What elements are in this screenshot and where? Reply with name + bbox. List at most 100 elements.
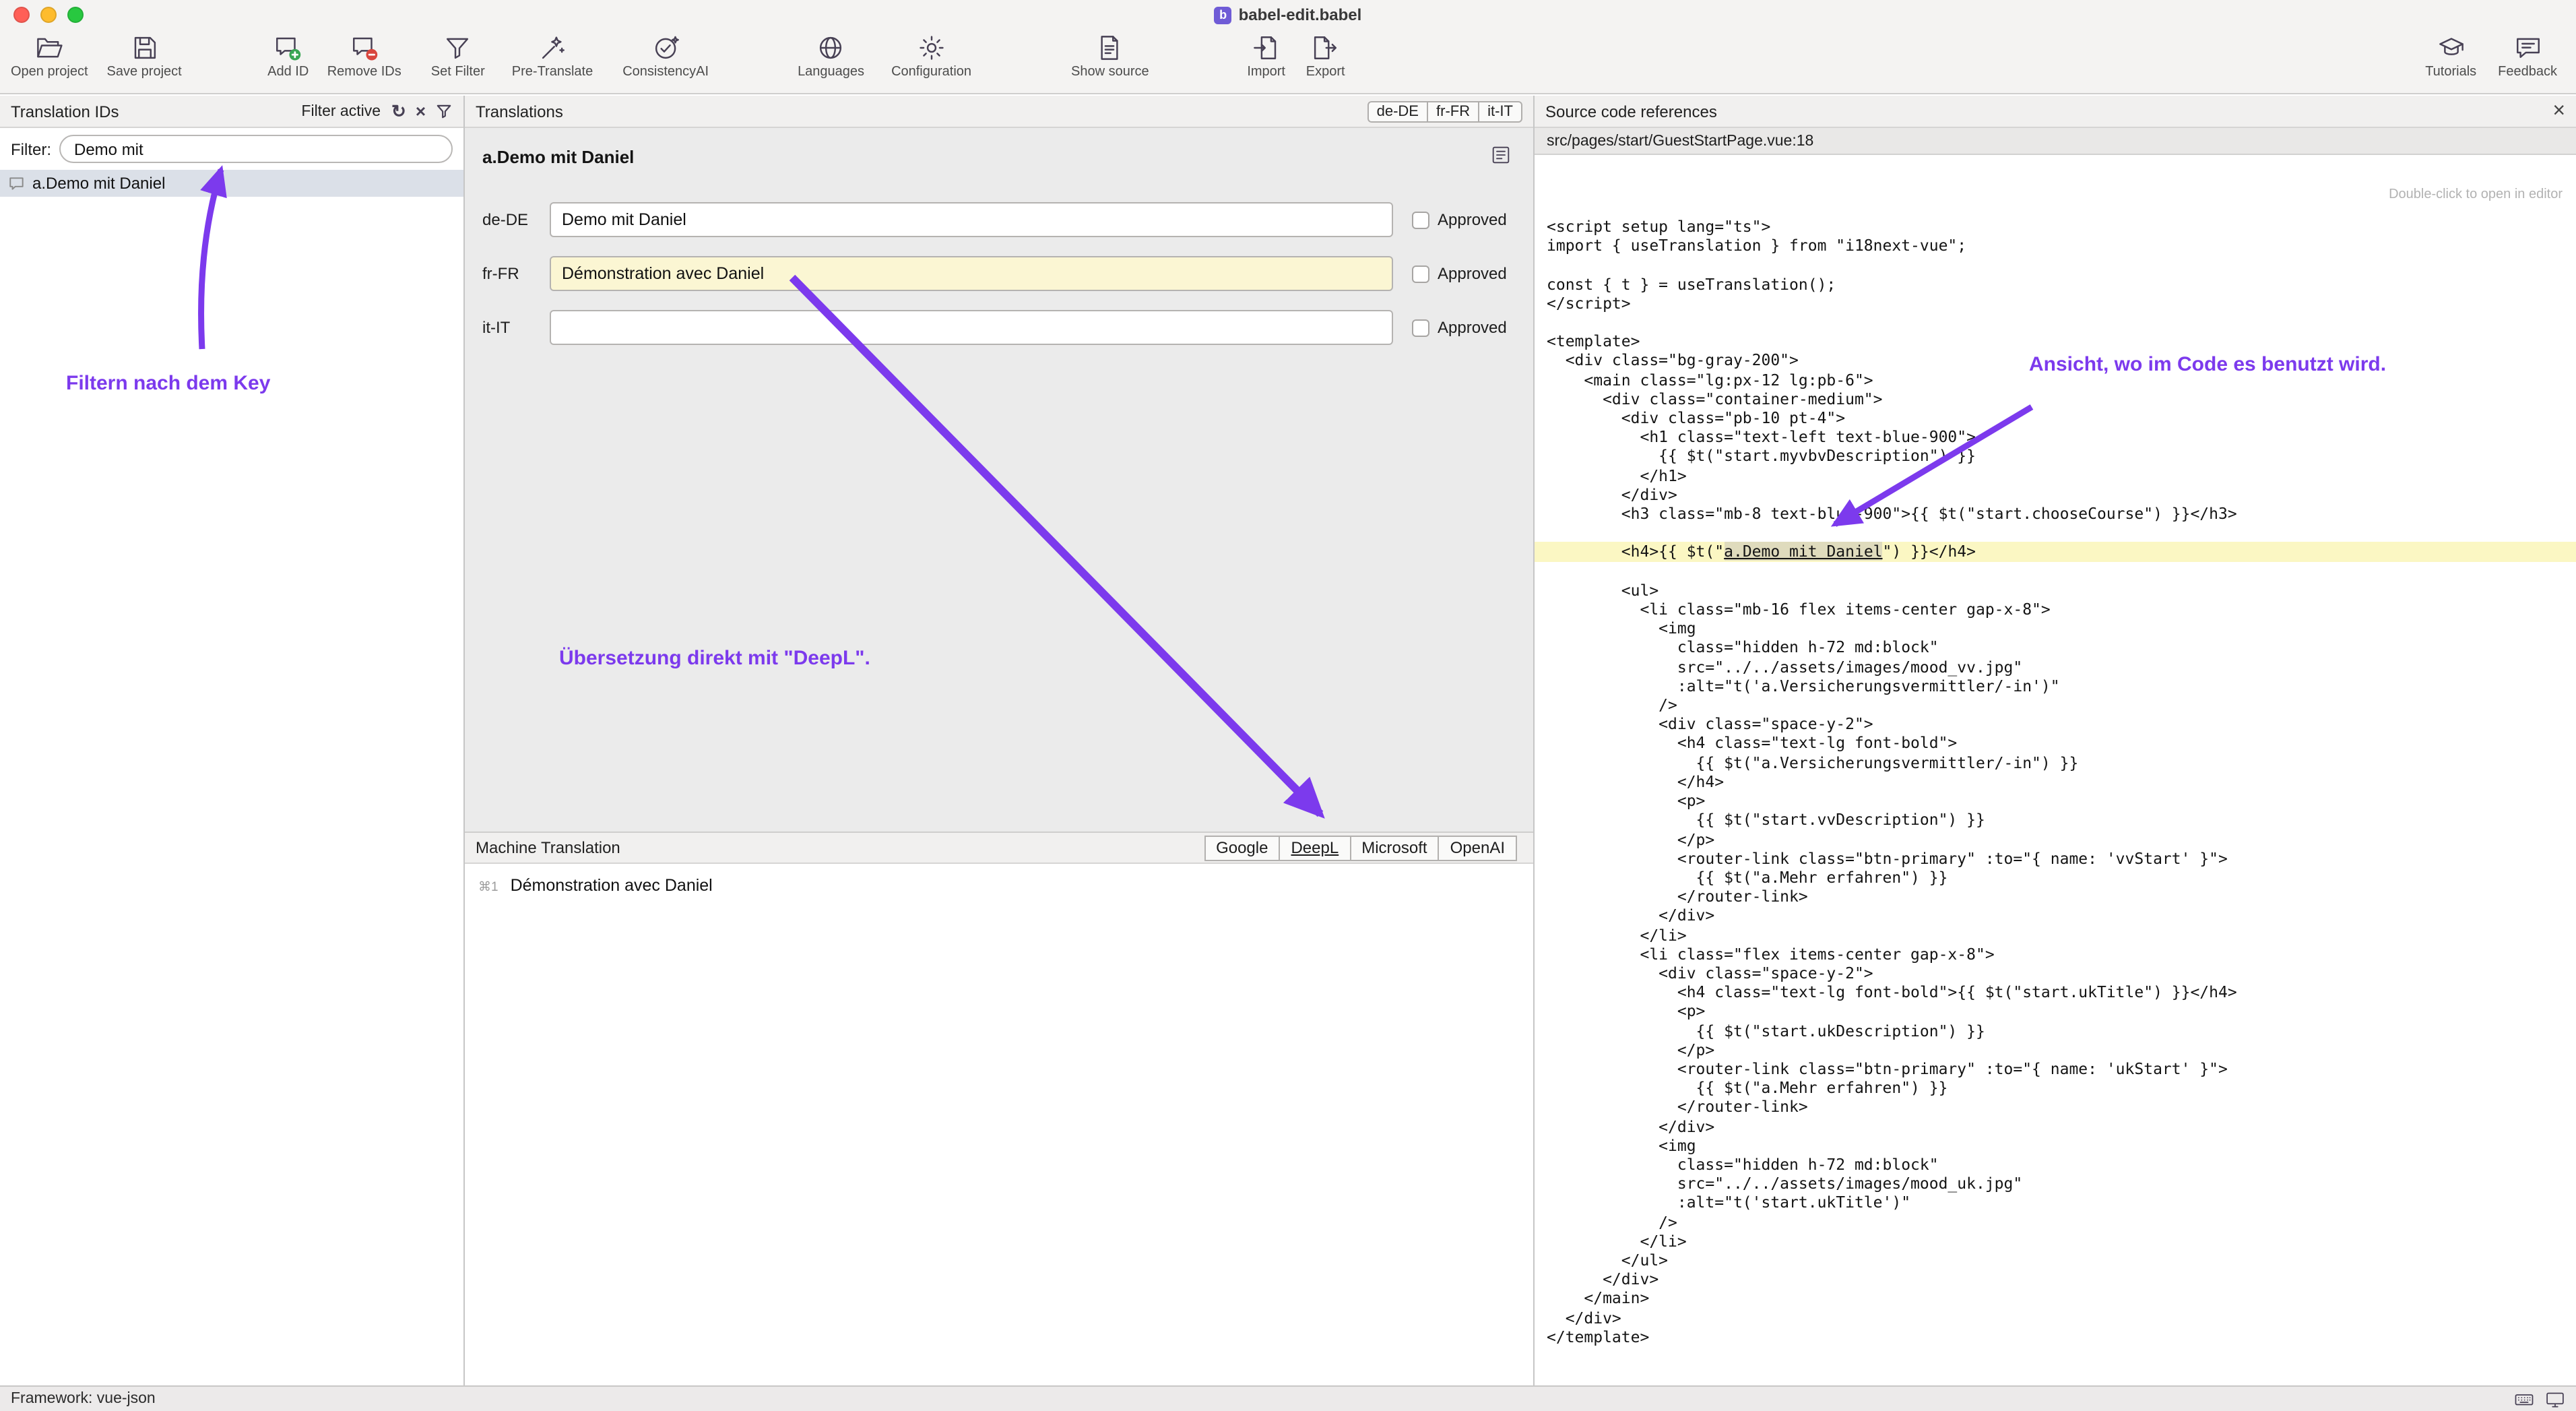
translation-ids-title: Translation IDs bbox=[11, 102, 119, 121]
approved-checkbox-de-de[interactable] bbox=[1412, 211, 1429, 228]
translation-input-it-it[interactable] bbox=[550, 310, 1393, 345]
mt-provider-buttons: GoogleDeepLMicrosoftOpenAI bbox=[1205, 833, 1522, 863]
translation-id-item[interactable]: a.Demo mit Daniel bbox=[0, 170, 463, 197]
toolbar-button-configuration[interactable]: Configuration bbox=[891, 34, 971, 80]
code-line: class="hidden h-72 md:block" bbox=[1535, 638, 2576, 657]
clear-filter-icon[interactable]: × bbox=[416, 102, 426, 120]
filter-funnel-icon[interactable] bbox=[435, 102, 453, 120]
mt-suggestion-shortcut: ⌘1 bbox=[478, 880, 498, 895]
close-icon[interactable]: × bbox=[2552, 100, 2565, 122]
translation-input-de-de[interactable] bbox=[550, 202, 1393, 237]
toolbar-button-pre-translate[interactable]: Pre-Translate bbox=[512, 34, 593, 80]
mt-suggestion-text: Démonstration avec Daniel bbox=[511, 876, 713, 895]
source-file-tab[interactable]: src/pages/start/GuestStartPage.vue:18 bbox=[1535, 128, 2576, 155]
zoom-window-button[interactable] bbox=[67, 7, 84, 23]
filter-input[interactable] bbox=[59, 135, 453, 163]
consistency-icon bbox=[651, 34, 680, 62]
toolbar-button-languages[interactable]: Languages bbox=[798, 34, 864, 80]
code-line: <h4 class="text-lg font-bold">{{ $t("sta… bbox=[1535, 982, 2576, 1001]
export-icon bbox=[1312, 34, 1340, 62]
translations-header: Translations de-DEfr-FRit-IT bbox=[465, 96, 1533, 128]
language-tab-it-it[interactable]: it-IT bbox=[1478, 100, 1522, 122]
translation-id-label: a.Demo mit Daniel bbox=[32, 174, 165, 193]
wand-icon bbox=[538, 34, 567, 62]
code-line: <h4>{{ $t("a.Demo mit Daniel") }}</h4> bbox=[1535, 542, 2576, 561]
code-line bbox=[1535, 313, 2576, 332]
remove-ids-icon bbox=[350, 34, 379, 62]
filter-active-label: Filter active bbox=[301, 103, 381, 119]
language-tab-de-de[interactable]: de-DE bbox=[1367, 100, 1428, 122]
toolbar-left-group: Open project Save project Add ID Remove IDs… bbox=[0, 34, 1349, 80]
toolbar-button-export[interactable]: Export bbox=[1303, 34, 1349, 80]
save-icon bbox=[130, 34, 158, 62]
selected-translation-id: a.Demo mit Daniel bbox=[482, 147, 1517, 167]
code-line: import { useTranslation } from "i18next-… bbox=[1535, 236, 2576, 255]
mt-suggestion[interactable]: ⌘1 Démonstration avec Daniel bbox=[478, 876, 1520, 895]
display-icon[interactable] bbox=[2545, 1389, 2565, 1409]
code-line: class="hidden h-72 md:block" bbox=[1535, 1155, 2576, 1174]
toolbar-button-label: ConsistencyAI bbox=[622, 65, 709, 80]
toolbar-button-tutorials[interactable]: Tutorials bbox=[2425, 34, 2476, 80]
mt-provider-deepl[interactable]: DeepL bbox=[1279, 835, 1351, 860]
keyboard-icon[interactable] bbox=[2514, 1389, 2534, 1409]
toolbar-button-add-id[interactable]: Add ID bbox=[265, 34, 311, 80]
toolbar: Open project Save project Add ID Remove IDs… bbox=[0, 30, 2576, 94]
open-folder-icon bbox=[35, 34, 63, 62]
mt-provider-openai[interactable]: OpenAI bbox=[1438, 835, 1517, 860]
filter-row: Filter: bbox=[0, 128, 463, 170]
code-line: <router-link class="btn-primary" :to="{ … bbox=[1535, 1059, 2576, 1078]
mt-provider-microsoft[interactable]: Microsoft bbox=[1349, 835, 1439, 860]
toolbar-button-feedback[interactable]: Feedback bbox=[2498, 34, 2557, 80]
approved-label: Approved bbox=[1438, 210, 1507, 229]
refresh-icon[interactable]: ↻ bbox=[391, 102, 406, 120]
toolbar-button-consistencyai[interactable]: ConsistencyAI bbox=[622, 34, 709, 80]
language-label: fr-FR bbox=[482, 264, 550, 283]
toolbar-button-set-filter[interactable]: Set Filter bbox=[431, 34, 485, 80]
toolbar-right-group: Tutorials Feedback bbox=[2404, 34, 2576, 80]
speech-bubble-icon bbox=[8, 175, 26, 192]
code-line: <div class="space-y-2"> bbox=[1535, 964, 2576, 982]
code-line: <h3 class="mb-8 text-blue-900">{{ $t("st… bbox=[1535, 504, 2576, 523]
source-references-title: Source code references bbox=[1545, 102, 1717, 121]
source-file-tab-label: src/pages/start/GuestStartPage.vue:18 bbox=[1547, 133, 1813, 149]
code-line: <img bbox=[1535, 619, 2576, 638]
language-tabs: de-DEfr-FRit-IT bbox=[1367, 100, 1522, 122]
toolbar-button-label: Add ID bbox=[267, 65, 309, 80]
approved-checkbox-fr-fr[interactable] bbox=[1412, 265, 1429, 282]
code-line: <img bbox=[1535, 1136, 2576, 1155]
toolbar-button-label: Open project bbox=[11, 65, 88, 80]
toolbar-button-label: Configuration bbox=[891, 65, 971, 80]
code-line: </div> bbox=[1535, 1117, 2576, 1135]
toolbar-button-label: Languages bbox=[798, 65, 864, 80]
mt-provider-google[interactable]: Google bbox=[1204, 835, 1280, 860]
code-line: <div class="bg-gray-200"> bbox=[1535, 351, 2576, 370]
code-line: </main> bbox=[1535, 1289, 2576, 1308]
toolbar-button-save-project[interactable]: Save project bbox=[107, 34, 182, 80]
translation-ids-panel: Translation IDs Filter active ↻ × Filter:… bbox=[0, 96, 465, 1385]
code-line: </h1> bbox=[1535, 466, 2576, 484]
approved-label: Approved bbox=[1438, 264, 1507, 283]
filter-icon bbox=[444, 34, 472, 62]
code-line bbox=[1535, 255, 2576, 274]
close-window-button[interactable] bbox=[13, 7, 30, 23]
minimize-window-button[interactable] bbox=[40, 7, 57, 23]
filter-status-cluster: Filter active ↻ × bbox=[301, 102, 453, 120]
code-line: </router-link> bbox=[1535, 887, 2576, 906]
language-tab-fr-fr[interactable]: fr-FR bbox=[1427, 100, 1479, 122]
highlighted-translation-key[interactable]: a.Demo mit Daniel bbox=[1724, 542, 1882, 561]
code-line: {{ $t("start.ukDescription") }} bbox=[1535, 1021, 2576, 1040]
comments-icon[interactable] bbox=[1490, 144, 1512, 166]
toolbar-button-show-source[interactable]: Show source bbox=[1071, 34, 1149, 80]
toolbar-button-remove-ids[interactable]: Remove IDs bbox=[327, 34, 401, 80]
statusbar-icons bbox=[2514, 1389, 2565, 1409]
code-line: :alt="t('start.ukTitle')" bbox=[1535, 1193, 2576, 1212]
code-line: <li class="flex items-center gap-x-8"> bbox=[1535, 944, 2576, 963]
approved-checkbox-it-it[interactable] bbox=[1412, 319, 1429, 336]
translation-input-fr-fr[interactable] bbox=[550, 256, 1393, 291]
toolbar-button-import[interactable]: Import bbox=[1244, 34, 1289, 80]
screen: Filtern nach dem Key Übersetzung direkt … bbox=[0, 0, 2576, 1411]
code-line bbox=[1535, 561, 2576, 580]
toolbar-button-open-project[interactable]: Open project bbox=[11, 34, 88, 80]
language-label: de-DE bbox=[482, 210, 550, 229]
code-viewer[interactable]: Double-click to open in editor <script s… bbox=[1535, 155, 2576, 1385]
